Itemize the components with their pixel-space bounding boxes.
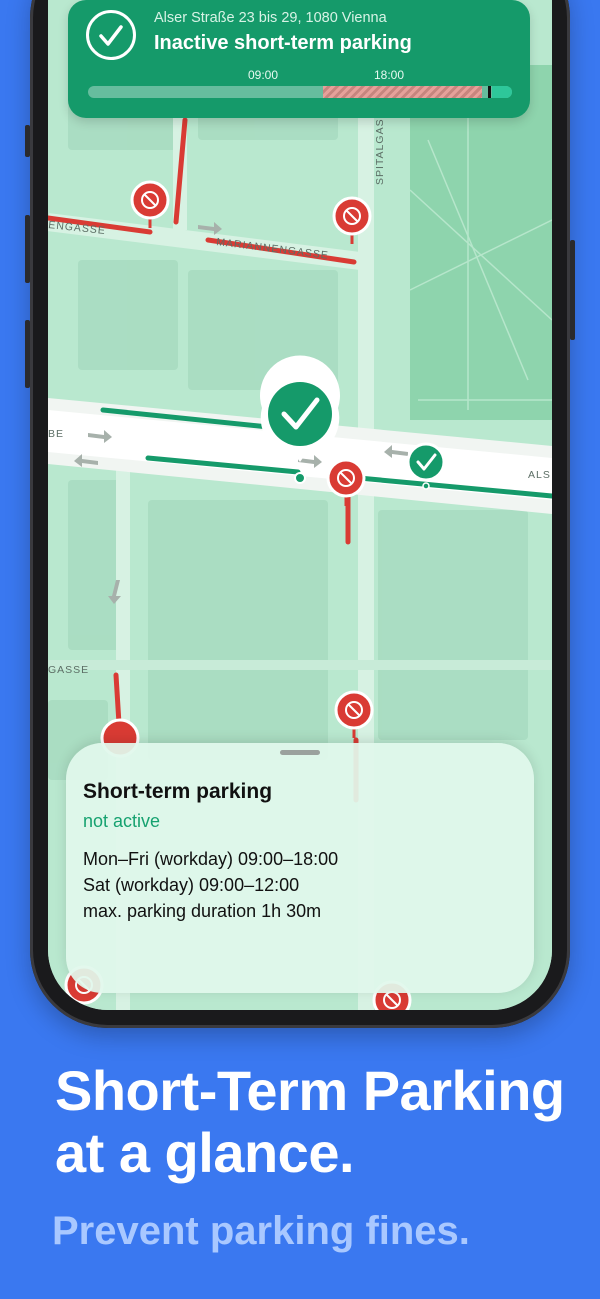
phone-volume-up-button: [25, 215, 30, 283]
sheet-schedule-saturday: Sat (workday) 09:00–12:00: [83, 875, 300, 895]
street-label-alser-right: ALS: [528, 469, 551, 481]
marketing-subheadline: Prevent parking fines.: [52, 1209, 470, 1253]
status-address: Alser Straße 23 bis 29, 1080 Vienna: [154, 10, 387, 26]
headline-line-1: Short-Term Parking: [55, 1059, 565, 1122]
phone-screen: ENGASSE MARIANNENGASSE SPITALGASSE BE AL…: [48, 0, 552, 1010]
street-label-gasse: GASSE: [48, 664, 89, 676]
headline-line-2: at a glance.: [55, 1121, 355, 1184]
timeline-end-label: 18:00: [374, 68, 405, 82]
parking-status-card[interactable]: Alser Straße 23 bis 29, 1080 Vienna Inac…: [68, 0, 530, 118]
parking-timeline: [88, 86, 512, 98]
sheet-status: not active: [83, 811, 161, 831]
sheet-grabber-handle[interactable]: [280, 750, 320, 755]
timeline-start-label: 09:00: [248, 68, 279, 82]
sheet-max-duration: max. parking duration 1h 30m: [83, 901, 322, 921]
street-label-alser-left: BE: [48, 428, 64, 440]
current-time-marker: [488, 86, 491, 98]
timeline-end-segment: [492, 86, 512, 98]
phone-volume-down-button: [25, 320, 30, 388]
check-circle-icon: [86, 10, 136, 60]
phone-side-button: [25, 125, 30, 157]
status-title: Inactive short-term parking: [154, 32, 412, 54]
marketing-headline: Short-Term Parking at a glance.: [55, 1060, 565, 1184]
phone-power-button: [570, 240, 575, 340]
restricted-period-bar: [323, 86, 482, 98]
sheet-schedule-weekday: Mon–Fri (workday) 09:00–18:00: [83, 849, 339, 869]
parking-info-sheet[interactable]: Short-term parking not active Mon–Fri (w…: [66, 743, 534, 993]
sheet-title: Short-term parking: [83, 780, 273, 803]
